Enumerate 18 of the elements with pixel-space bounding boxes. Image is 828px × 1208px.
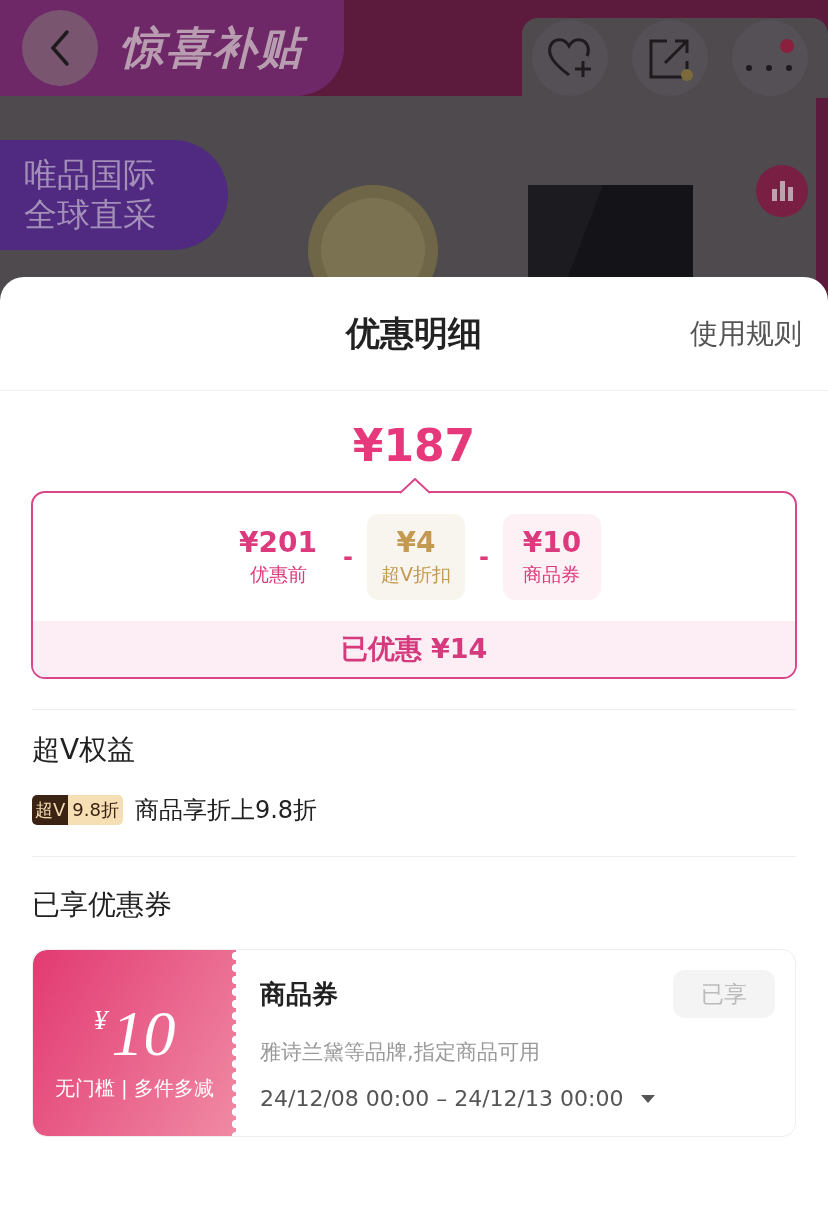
rules-link[interactable]: 使用规则	[690, 314, 802, 353]
total-price: ¥187	[351, 421, 477, 471]
discount-item: ¥4 超V折扣	[366, 514, 465, 600]
validity-period: 24/12/08 00:00 – 24/12/13 00:00	[260, 1086, 624, 1111]
minus-sign: -	[478, 543, 489, 571]
coupon-name: 商品券	[260, 977, 338, 1011]
saved-amount: 已优惠 ¥14	[33, 621, 795, 677]
benefit-text: 商品享折上9.8折	[134, 795, 318, 826]
discount-item: ¥10 商品券	[502, 514, 601, 600]
coupon-description: 雅诗兰黛等品牌,指定商品可用	[260, 1039, 541, 1066]
section-title: 已享优惠券	[32, 887, 173, 923]
coupon-conditions: 无门槛 | 多件多减	[54, 1074, 215, 1102]
coupon-amount: $^{¥}$10	[93, 996, 176, 1069]
promo-tag: 唯品国际 全球直采	[0, 140, 228, 250]
live-icon	[756, 165, 808, 217]
section-title: 超V权益	[32, 732, 137, 768]
sheet-title: 优惠明细	[346, 311, 482, 355]
minus-sign: -	[343, 543, 353, 571]
